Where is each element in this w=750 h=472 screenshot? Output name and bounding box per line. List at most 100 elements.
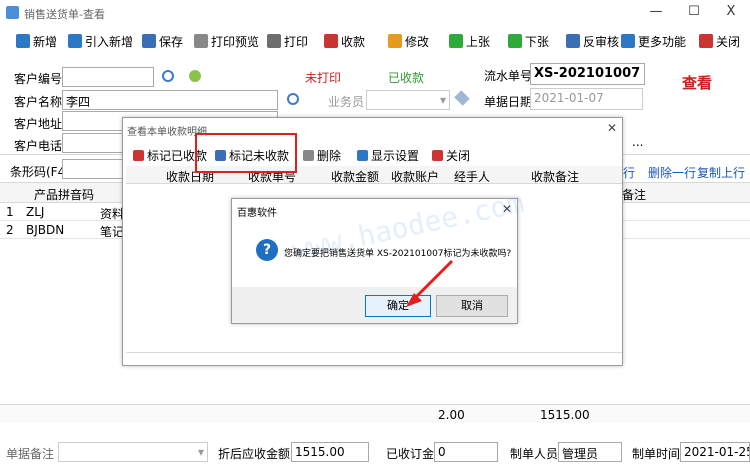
receipt-toolbar-label: 删除: [317, 148, 342, 163]
minimize-button[interactable]: —: [646, 4, 666, 22]
print-icon: [267, 34, 281, 48]
save-icon: [142, 34, 156, 48]
total-qty: 2.00: [438, 408, 465, 422]
discount-field[interactable]: 1515.00: [291, 442, 369, 462]
toolbar-label: 下张: [525, 34, 550, 49]
collect-icon: [324, 34, 338, 48]
toolbar-button-5[interactable]: 收款: [324, 31, 365, 51]
close-window-button[interactable]: X: [721, 4, 741, 22]
mark-received-icon: [133, 149, 144, 161]
search-icon[interactable]: [162, 70, 174, 82]
customer-phone-label: 客户电话: [14, 139, 63, 153]
receipt-column-header: 收款备注: [531, 170, 580, 184]
salesman-select[interactable]: ▾: [366, 90, 450, 110]
close-icon: [699, 34, 713, 48]
next-icon: [508, 34, 522, 48]
app-icon: [6, 6, 19, 19]
barcode-label: 条形码(F4): [10, 165, 70, 179]
customer-phone-field[interactable]: [62, 133, 124, 153]
toolbar: 新增 引入新增 保存 打印预览 打印 收款 修改 上张 下张 反审核 更多功能 关闭: [0, 28, 750, 54]
question-icon: ?: [256, 239, 278, 261]
date-label: 单据日期: [484, 95, 533, 109]
salesman-icon[interactable]: [454, 90, 470, 106]
receipt-toolbar-button-3[interactable]: 显示设置: [357, 145, 419, 165]
delete-row-link[interactable]: 删除一行: [648, 164, 696, 181]
toolbar-label: 更多功能: [638, 34, 687, 49]
receipt-column-header: 收款账户: [391, 170, 440, 184]
customer-code-label: 客户编号: [14, 72, 63, 86]
prev-icon: [449, 34, 463, 48]
print-status: 未打印: [305, 71, 342, 85]
import-icon: [68, 34, 82, 48]
more-ellipsis[interactable]: ...: [632, 135, 643, 149]
discount-label: 折后应收金额: [218, 447, 291, 461]
time-field[interactable]: 2021-01-25: [680, 442, 750, 462]
maker-field[interactable]: 管理员: [558, 442, 622, 462]
print-preview-icon: [194, 34, 208, 48]
toolbar-label: 关闭: [716, 34, 741, 49]
payment-status: 已收款: [388, 71, 425, 85]
maximize-button[interactable]: ☐: [684, 4, 704, 22]
receipt-dialog-close-button[interactable]: ✕: [607, 121, 617, 135]
toolbar-button-2[interactable]: 保存: [142, 31, 183, 51]
toolbar-button-4[interactable]: 打印: [267, 31, 308, 51]
serial-field[interactable]: XS-202101007: [530, 63, 645, 85]
title-bar: 销售送货单-查看 — ☐ X: [0, 0, 750, 26]
remark-label: 单据备注: [6, 447, 55, 461]
serial-label: 流水单号: [484, 69, 533, 83]
gear-icon: [621, 34, 635, 48]
customer-code-field[interactable]: [62, 67, 154, 87]
customer-name-label: 客户名称: [14, 95, 63, 109]
customer-address-label: 客户地址: [14, 117, 63, 131]
toolbar-label: 收款: [341, 34, 366, 49]
toolbar-label: 保存: [159, 34, 184, 49]
unaudit-icon: [566, 34, 580, 48]
date-field[interactable]: 2021-01-07: [530, 88, 643, 110]
grid-totals-row: 2.00 1515.00: [0, 404, 750, 423]
maker-label: 制单人员: [510, 447, 559, 461]
contact-icon[interactable]: [189, 70, 201, 82]
toolbar-button-0[interactable]: 新增: [16, 31, 57, 51]
remark-field[interactable]: ▾: [58, 442, 208, 462]
toolbar-button-1[interactable]: 引入新增: [68, 31, 133, 51]
customer-name-field[interactable]: 李四: [62, 90, 278, 110]
receipt-toolbar-button-2[interactable]: 删除: [303, 145, 341, 165]
toolbar-label: 打印: [284, 34, 309, 49]
grid-header-remark: 备注: [622, 188, 647, 202]
toolbar-button-6[interactable]: 修改: [388, 31, 429, 51]
row-name: 笔记: [100, 225, 125, 239]
time-label: 制单时间: [632, 447, 681, 461]
deposit-field[interactable]: 0: [434, 442, 498, 462]
toolbar-button-3[interactable]: 打印预览: [194, 31, 259, 51]
receipt-toolbar-button-4[interactable]: 关闭: [432, 145, 470, 165]
toolbar-button-10[interactable]: 更多功能: [621, 31, 686, 51]
receipt-column-header: 收款金额: [331, 170, 380, 184]
toolbar-button-11[interactable]: 关闭: [699, 31, 740, 51]
add-row-link[interactable]: 行: [623, 164, 635, 181]
plus-icon: [16, 34, 30, 48]
toolbar-button-7[interactable]: 上张: [449, 31, 490, 51]
red-arrow-annotation: [406, 259, 454, 307]
settings-icon: [357, 149, 368, 161]
window-title: 销售送货单-查看: [24, 8, 105, 21]
row-code: BJBDN: [26, 223, 65, 237]
edit-icon: [388, 34, 402, 48]
customer-search-icon[interactable]: [287, 93, 299, 105]
view-mode-label: 查看: [682, 74, 713, 92]
copy-row-link[interactable]: 复制上行: [697, 164, 745, 181]
row-name: 资料: [100, 207, 125, 221]
barcode-field[interactable]: [62, 159, 124, 179]
toolbar-button-8[interactable]: 下张: [508, 31, 549, 51]
receipt-toolbar-label: 关闭: [446, 148, 471, 163]
close-icon: [432, 149, 443, 161]
receipt-footer-bar: [126, 352, 622, 364]
highlight-box: [195, 133, 297, 173]
confirm-dialog-title: 百惠软件: [237, 208, 277, 219]
row-number: 2: [6, 223, 14, 237]
toolbar-label: 反审核: [583, 34, 620, 49]
grid-header-code: 产品拼音码: [34, 188, 95, 202]
row-number: 1: [6, 205, 14, 219]
toolbar-button-9[interactable]: 反审核: [566, 31, 619, 51]
total-amount: 1515.00: [540, 408, 590, 422]
toolbar-label: 引入新增: [85, 34, 134, 49]
